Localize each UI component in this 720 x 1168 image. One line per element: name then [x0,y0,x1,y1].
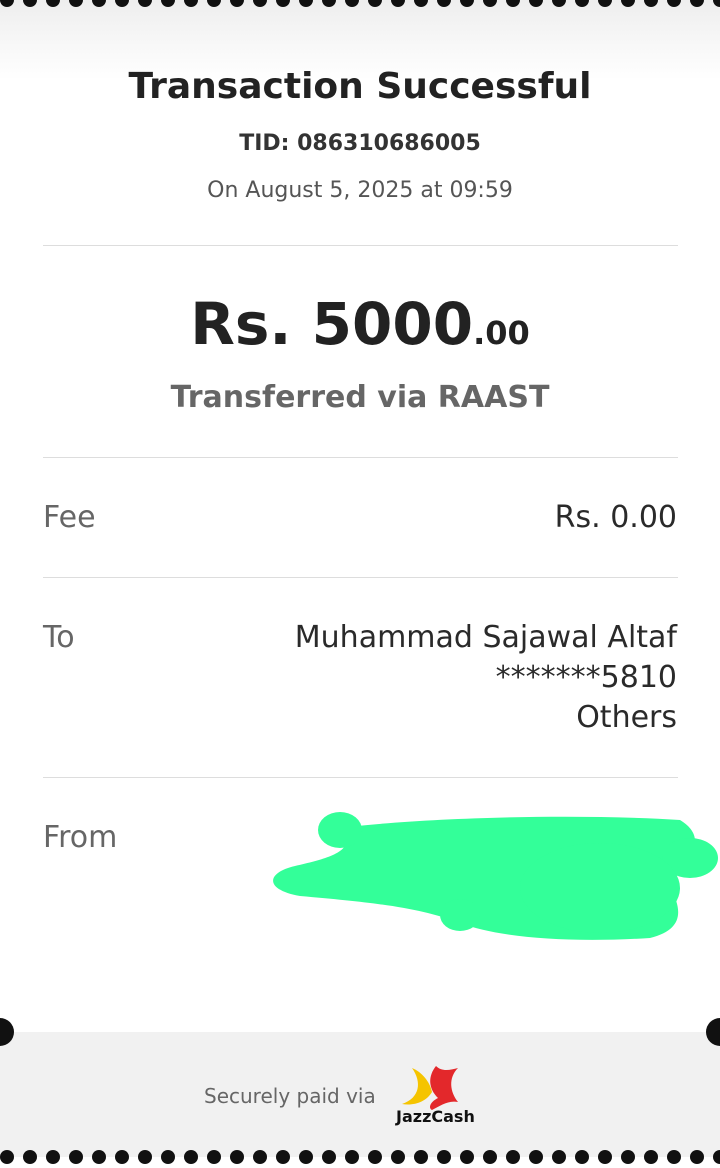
edge-dot [322,0,336,7]
transaction-datetime: On August 5, 2025 at 09:59 [207,178,513,203]
edge-dot [460,1150,474,1164]
edge-dot [529,1150,543,1164]
fee-value: Rs. 0.00 [554,500,677,535]
edge-dot [345,0,359,7]
redaction-scribble [273,812,718,940]
edge-dot [575,0,589,7]
amount-main: Rs. 5000 [190,290,474,358]
edge-dot [253,0,267,7]
edge-dot [667,1150,681,1164]
transfer-method: Transferred via RAAST [170,380,550,415]
edge-dot [460,0,474,7]
edge-dot [368,1150,382,1164]
edge-dot [644,1150,658,1164]
edge-dot [437,1150,451,1164]
edge-dot [345,1150,359,1164]
edge-dot [161,0,175,7]
edge-dot [368,0,382,7]
recipient-details: Muhammad Sajawal Altaf *******5810 Other… [295,618,677,738]
edge-dot [483,1150,497,1164]
edge-dot [184,1150,198,1164]
edge-dot [69,1150,83,1164]
edge-dot [667,0,681,7]
edge-dot [230,0,244,7]
edge-dot [276,0,290,7]
edge-dot [92,1150,106,1164]
edge-dot [644,0,658,7]
edge-dot [391,1150,405,1164]
amount-cents: .00 [473,314,530,352]
edge-dot [713,0,720,7]
edge-dot [46,1150,60,1164]
edge-dot [161,1150,175,1164]
edge-dot [437,0,451,7]
divider [43,777,678,778]
edge-dot [552,1150,566,1164]
edge-dot [299,1150,313,1164]
edge-dot [69,0,83,7]
edge-dot [690,0,704,7]
page-title: Transaction Successful [128,66,592,107]
edge-dot [598,0,612,7]
scalloped-edge [0,0,720,11]
edge-dot [207,0,221,7]
secure-text: Securely paid via [204,1084,376,1108]
recipient-account: *******5810 [495,660,677,695]
edge-dot [299,0,313,7]
to-label: To [43,620,75,655]
edge-dot [690,1150,704,1164]
edge-dot [115,1150,129,1164]
edge-dot [115,0,129,7]
divider [43,457,678,458]
edge-dot [529,0,543,7]
edge-dot [23,0,37,7]
fee-label: Fee [43,500,96,535]
from-label: From [43,820,118,855]
jazzcash-wordmark: JazzCash [396,1107,475,1126]
edge-dot [92,0,106,7]
edge-dot [46,0,60,7]
edge-dot [713,1150,720,1164]
edge-dot [506,1150,520,1164]
edge-dot [207,1150,221,1164]
edge-dot [483,0,497,7]
edge-dot [552,0,566,7]
edge-dot [23,1150,37,1164]
edge-dot [391,0,405,7]
scalloped-edge-bottom [0,1150,720,1168]
recipient-name: Muhammad Sajawal Altaf [294,620,677,655]
edge-dot [598,1150,612,1164]
edge-dot [414,1150,428,1164]
transfer-amount: Rs. 5000.00 [0,290,720,358]
edge-dot [621,1150,635,1164]
divider [43,245,678,246]
edge-dot [506,0,520,7]
edge-dot [0,0,14,7]
edge-dot [0,1150,14,1164]
edge-dot [138,1150,152,1164]
edge-dot [621,0,635,7]
edge-dot [230,1150,244,1164]
edge-dot [414,0,428,7]
transaction-id: TID: 086310686005 [239,131,481,156]
edge-dot [276,1150,290,1164]
edge-dot [322,1150,336,1164]
recipient-bank: Others [576,700,677,735]
divider [43,577,678,578]
edge-dot [138,0,152,7]
edge-dot [253,1150,267,1164]
edge-dot [184,0,198,7]
edge-dot [575,1150,589,1164]
